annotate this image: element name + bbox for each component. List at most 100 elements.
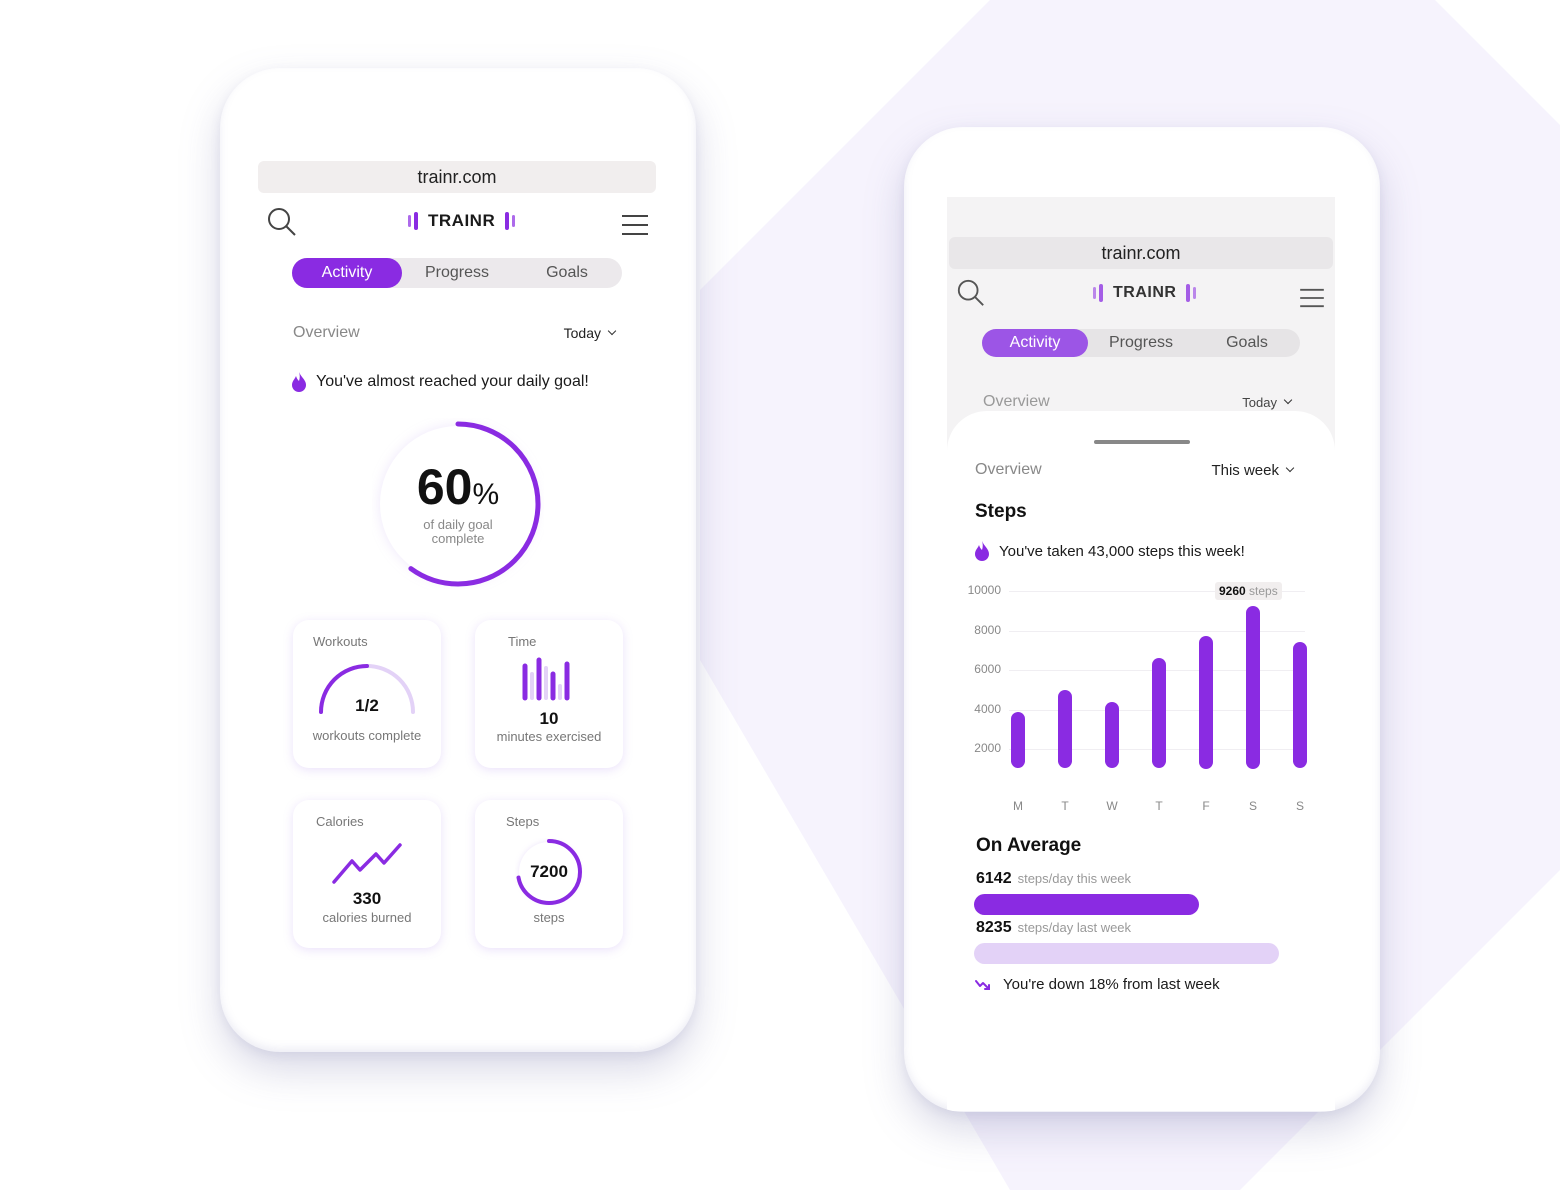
menu-button[interactable] [1299, 287, 1325, 309]
sheet-overview-header: Overview This week [975, 461, 1295, 479]
x-tick-label: T [1061, 799, 1069, 813]
tab-bar: Activity Progress Goals [982, 329, 1300, 357]
y-tick-label: 8000 [974, 623, 1001, 637]
bar-s-6[interactable] [1293, 642, 1307, 768]
x-tick-label: M [1013, 799, 1023, 813]
weekly-steps-chart: 2000 4000 6000 8000 10000 M T W T F S 9260 steps S [947, 581, 1335, 813]
overview-header: Overview Today [983, 393, 1293, 411]
bar-w-2[interactable] [1105, 702, 1119, 768]
phone-steps-week: trainr.com TRAINR Activity Progress Goal… [904, 127, 1380, 1112]
tab-goals[interactable]: Goals [512, 258, 622, 288]
logo-mark-right-icon [1186, 284, 1197, 302]
steps-bottom-sheet: Overview This week Steps You've taken 43… [947, 411, 1335, 1111]
time-value: 10 [539, 709, 559, 728]
brand-name: TRAINR [428, 211, 496, 230]
bar-t-3[interactable] [1152, 658, 1166, 768]
daily-goal-ring: 60% of daily goal complete [372, 418, 544, 590]
range-dropdown-value: Today [1242, 394, 1277, 410]
gridline [1009, 631, 1305, 632]
workouts-card[interactable]: Workouts 1/2 workouts complete [293, 620, 441, 768]
chevron-down-icon [1285, 463, 1295, 473]
tab-goals[interactable]: Goals [1194, 329, 1300, 357]
search-button[interactable] [264, 204, 300, 240]
chevron-down-icon [607, 326, 617, 336]
last-week-average-bar [974, 943, 1279, 964]
y-tick-label: 6000 [974, 662, 1001, 676]
goal-message: You've almost reached your daily goal! [292, 372, 589, 392]
steps-caption: steps [533, 910, 565, 925]
daily-goal-percent: 60% [416, 459, 500, 515]
y-tick-label: 4000 [974, 702, 1001, 716]
tab-progress[interactable]: Progress [402, 258, 512, 288]
steps-value: 7200 [530, 862, 568, 881]
overview-header: Overview Today [293, 324, 617, 342]
trend-down-icon [975, 979, 990, 990]
range-dropdown[interactable]: Today [1242, 394, 1293, 410]
time-bars-icon [522, 657, 570, 701]
chevron-down-icon [1283, 395, 1293, 405]
calories-card-title: Calories [316, 814, 364, 829]
time-caption: minutes exercised [496, 729, 602, 744]
bar-tooltip: 9260 steps [1215, 582, 1282, 600]
average-section-title: On Average [976, 835, 1082, 856]
y-tick-label: 10000 [967, 583, 1001, 597]
search-icon [268, 208, 296, 236]
brand-logo[interactable]: TRAINR [1093, 284, 1197, 302]
time-card-title: Time [508, 634, 537, 649]
this-week-average-value: 6142 [976, 870, 1012, 887]
tab-bar: Activity Progress Goals [292, 258, 622, 288]
this-week-average: 6142 steps/day this week [976, 870, 1131, 888]
this-week-average-label: steps/day this week [1017, 871, 1132, 886]
flame-icon [975, 541, 989, 561]
steps-card-title: Steps [506, 814, 540, 829]
steps-message-text: You've taken 43,000 steps this week! [999, 542, 1245, 560]
url-text: trainr.com [1101, 242, 1181, 263]
menu-button[interactable] [620, 213, 650, 237]
x-tick-label: T [1155, 799, 1163, 813]
logo-mark-left-icon [1093, 284, 1103, 302]
last-week-average-value: 8235 [976, 919, 1012, 936]
range-dropdown[interactable]: This week [1211, 461, 1295, 479]
steps-card[interactable]: Steps 7200 steps [475, 800, 623, 948]
search-button[interactable] [955, 277, 987, 309]
sheet-drag-handle[interactable] [1094, 440, 1190, 444]
bar-t-1[interactable] [1058, 690, 1072, 768]
calories-trend-icon [332, 843, 402, 884]
brand-logo[interactable]: TRAINR [408, 211, 516, 231]
trend-message-text: You're down 18% from last week [1003, 976, 1220, 993]
tab-progress[interactable]: Progress [1088, 329, 1194, 357]
trend-message: You're down 18% from last week [975, 976, 1220, 993]
bar-f-4[interactable] [1199, 636, 1213, 769]
bar-m-0[interactable] [1011, 712, 1025, 768]
logo-mark-right-icon [505, 212, 516, 230]
range-dropdown-value: Today [563, 325, 601, 341]
calories-value: 330 [352, 889, 382, 908]
steps-message: You've taken 43,000 steps this week! [975, 541, 1245, 561]
overview-label: Overview [983, 393, 1050, 410]
tooltip-unit: steps [1245, 584, 1278, 598]
workouts-value: 1/2 [355, 696, 379, 715]
overview-label: Overview [975, 461, 1042, 478]
calories-card[interactable]: Calories 330 calories burned [293, 800, 441, 948]
last-week-average-label: steps/day last week [1017, 920, 1132, 935]
phone-activity-today: trainr.com TRAINR Activity Progress Goal… [220, 68, 696, 1052]
flame-icon [292, 372, 306, 392]
goal-message-text: You've almost reached your daily goal! [316, 373, 589, 390]
range-dropdown-value: This week [1211, 461, 1279, 479]
range-dropdown[interactable]: Today [563, 325, 617, 341]
x-tick-label: S [1295, 799, 1304, 813]
bar-s-5[interactable] [1246, 606, 1260, 769]
daily-goal-caption: of daily goal complete [423, 517, 493, 546]
url-text: trainr.com [417, 166, 497, 187]
url-bar[interactable]: trainr.com [258, 161, 656, 193]
last-week-average: 8235 steps/day last week [976, 919, 1131, 937]
url-bar[interactable]: trainr.com [949, 237, 1333, 269]
hamburger-menu-icon [622, 215, 648, 235]
time-card[interactable]: Time 10 minutes exercised [475, 620, 623, 768]
tab-activity[interactable]: Activity [292, 258, 402, 288]
x-tick-label: F [1202, 799, 1210, 813]
tab-activity[interactable]: Activity [982, 329, 1088, 357]
logo-mark-left-icon [408, 212, 418, 230]
workouts-card-title: Workouts [313, 634, 368, 649]
workouts-caption: workouts complete [312, 728, 422, 743]
